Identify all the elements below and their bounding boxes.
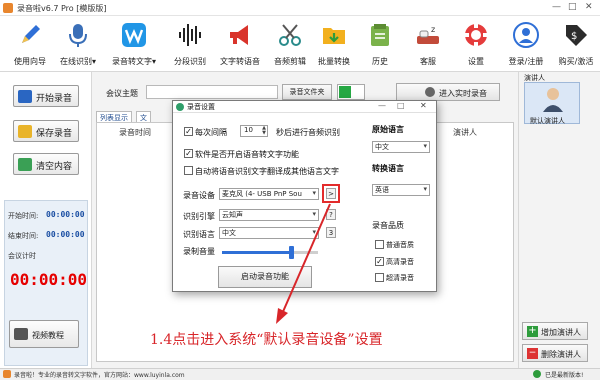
toolbar-audio-to-text-button[interactable]: 录音转文字▾: [106, 20, 162, 70]
megaphone-icon: [230, 25, 248, 45]
device-select[interactable]: 麦克风 (4- USB PnP Sou ▾: [219, 188, 319, 200]
chevron-down-icon: ▾: [312, 189, 316, 197]
column-header-speaker: 演讲人: [453, 128, 477, 137]
subject-input[interactable]: [146, 85, 278, 99]
microphone-icon: [425, 87, 435, 97]
realtime-transcribe-checkbox[interactable]: ✓: [184, 149, 193, 158]
volume-label: 录制音量: [183, 247, 215, 256]
spinner-arrows-icon[interactable]: ▲ ▼: [262, 126, 266, 136]
end-time-label: 结束时间:: [8, 232, 39, 240]
quality-ultra-label: 超清录音: [386, 274, 414, 282]
interval-checkbox[interactable]: ✓: [184, 127, 193, 136]
source-language-title: 原始语言: [372, 125, 404, 134]
timer-label: 会议计时: [8, 252, 36, 260]
quality-normal-checkbox[interactable]: [375, 240, 384, 249]
interval-prefix: 每次间隔: [195, 128, 227, 137]
auto-translate-checkbox[interactable]: [184, 166, 193, 175]
end-time-value: 00:00:00: [46, 230, 85, 239]
quality-normal-label: 普通音质: [386, 241, 414, 249]
device-settings-button[interactable]: >: [326, 188, 336, 199]
source-language-select[interactable]: 中文 ▾: [372, 141, 430, 153]
column-header-time: 录音时间: [119, 128, 151, 137]
save-recording-button[interactable]: 保存录音: [13, 120, 79, 142]
toolbar-purchase-activate-button[interactable]: $ 购买/激活: [548, 20, 600, 70]
chevron-down-icon: ▾: [151, 57, 156, 66]
toolbar-segment-recognition-button[interactable]: 分段识别: [162, 20, 218, 70]
price-tag-icon: $: [566, 25, 587, 46]
check-icon: [533, 370, 541, 378]
close-button[interactable]: ✕: [585, 2, 593, 12]
app-logo-icon: [3, 3, 13, 13]
subject-label: 会议主题: [106, 89, 138, 98]
clear-icon: [18, 158, 32, 171]
version-status: 已是最新版本!: [545, 372, 584, 379]
target-language-select[interactable]: 英语 ▾: [372, 184, 430, 196]
realtime-transcribe-label: 软件是否开启语音转文字功能: [195, 150, 299, 159]
engine-label: 识别引擎: [183, 212, 215, 221]
dialog-close-button[interactable]: ✕: [420, 101, 427, 110]
default-speaker-name: 默认演讲人: [530, 117, 565, 125]
dialog-minimize-button[interactable]: —: [378, 101, 386, 110]
maximize-button[interactable]: □: [568, 2, 577, 12]
start-time-label: 开始时间:: [8, 212, 39, 220]
folder-icon: [18, 125, 32, 138]
start-recording-button[interactable]: 开始录音: [13, 85, 79, 107]
annotation-arrow: [276, 203, 331, 324]
quality-title: 录音品质: [372, 221, 404, 230]
chevron-down-icon: ▾: [423, 142, 427, 150]
plus-icon: +: [527, 325, 538, 337]
target-language-title: 转换语言: [372, 164, 404, 173]
status-app-icon: [3, 370, 11, 378]
dialog-app-icon: [176, 103, 184, 111]
video-tutorial-button[interactable]: 视频教程: [9, 320, 79, 348]
quality-hd-label: 高清录音: [386, 258, 414, 266]
window-title: 录音啦v6.7 Pro [模版版]: [17, 4, 107, 13]
svg-text:z: z: [431, 25, 435, 34]
clear-content-button[interactable]: 清空内容: [13, 153, 79, 175]
lifebuoy-icon: [465, 24, 487, 46]
dialog-title: 录音设置: [187, 103, 215, 111]
auto-translate-label: 自动将语音识别文字翻译成其他语言文字: [195, 167, 339, 176]
recognition-language-label: 识别语言: [183, 230, 215, 239]
film-icon: [14, 328, 28, 340]
timer-value: 00:00:00: [10, 270, 88, 289]
recording-toggle[interactable]: [337, 84, 365, 100]
waveform-icon: [179, 24, 201, 46]
pen-icon: [22, 25, 40, 43]
toolbar-login-register-button[interactable]: 登录/注册: [498, 20, 554, 70]
history-icon: [371, 24, 389, 46]
minus-icon: −: [527, 348, 538, 359]
svg-text:$: $: [571, 31, 577, 42]
toggle-knob: [339, 86, 351, 98]
scissors-icon: [279, 24, 301, 46]
dialog-maximize-button[interactable]: □: [397, 101, 405, 110]
microphone-icon: [69, 24, 87, 47]
toolbar-settings-button[interactable]: 设置: [448, 20, 504, 70]
minimize-button[interactable]: —: [552, 2, 561, 12]
w-letter-icon: [122, 23, 146, 47]
avatar: [543, 88, 563, 112]
toolbar-online-recognition-button[interactable]: 在线识别▾: [50, 20, 106, 70]
start-time-value: 00:00:00: [46, 210, 85, 219]
interval-suffix: 秒后进行音频识别: [276, 128, 340, 137]
add-speaker-button[interactable]: + 增加演讲人: [522, 322, 588, 340]
chevron-down-icon: ▾: [423, 185, 427, 193]
customer-service-icon: z: [417, 25, 439, 44]
status-text: 录音啦！专业的录音转文字软件，官方网站：www.luyinla.com: [14, 372, 185, 379]
recording-folder-button[interactable]: 录音文件夹: [282, 84, 332, 100]
play-icon: [18, 90, 32, 103]
delete-speaker-button[interactable]: − 删除演讲人: [522, 344, 588, 362]
toolbar-text-to-speech-button[interactable]: 文字转语音: [212, 20, 268, 70]
chevron-down-icon: ▾: [91, 57, 96, 66]
device-label: 录音设备: [183, 191, 215, 200]
quality-ultra-checkbox[interactable]: [375, 273, 384, 282]
folder-icon: [323, 28, 345, 44]
interval-spinner[interactable]: 10 ▲ ▼: [240, 125, 268, 137]
annotation-caption: 1.4点击进入系统“默认录音设备”设置: [150, 332, 383, 348]
user-icon: [513, 22, 539, 48]
quality-hd-checkbox[interactable]: ✓: [375, 257, 384, 266]
realtime-recording-button[interactable]: 进入实时录音: [396, 83, 500, 101]
